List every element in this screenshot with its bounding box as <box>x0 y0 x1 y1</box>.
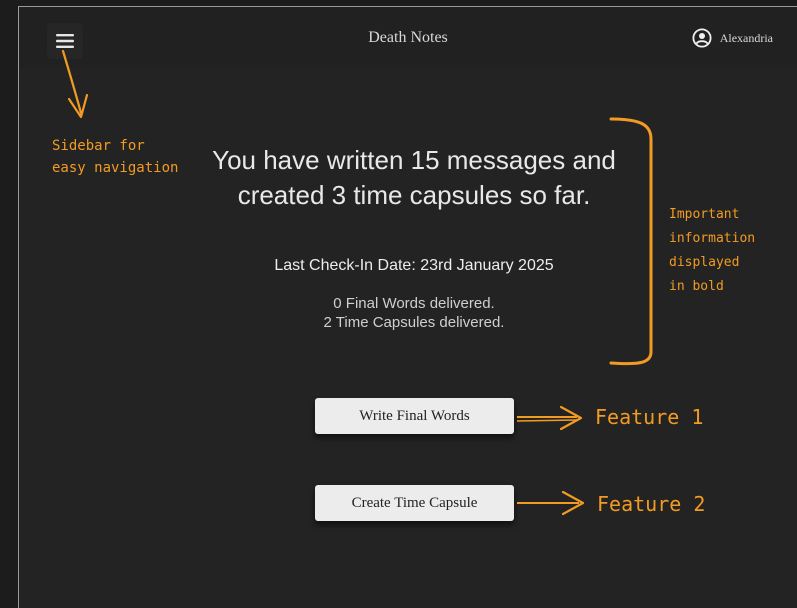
feature-1-arrow-2 <box>516 419 578 422</box>
top-bar: Death Notes Alexandria <box>19 7 797 67</box>
summary-headline: You have written 15 messages and created… <box>212 145 616 210</box>
create-time-capsule-button[interactable]: Create Time Capsule <box>315 485 514 521</box>
write-final-words-button[interactable]: Write Final Words <box>315 398 514 434</box>
annotation-line: in bold <box>669 279 724 294</box>
final-words-delivered: 0 Final Words delivered. <box>333 295 495 312</box>
feature-1-arrowhead <box>559 405 583 431</box>
user-circle-icon <box>692 28 712 48</box>
annotation-line: Sidebar for <box>52 138 145 154</box>
important-info-annotation: Important information displayed in bold <box>669 203 755 299</box>
annotation-line: Important <box>669 207 740 222</box>
user-name: Alexandria <box>719 30 773 45</box>
app-frame: Death Notes Alexandria You have written … <box>18 6 797 608</box>
delivery-stats: 0 Final Words delivered. 2 Time Capsules… <box>189 294 639 332</box>
last-checkin-date: Last Check-In Date: 23rd January 2025 <box>274 257 554 274</box>
feature-2-arrowhead <box>561 490 585 516</box>
annotation-line: information <box>669 231 756 246</box>
sidebar-arrowhead <box>67 93 89 119</box>
feature-2-annotation: Feature 2 <box>597 492 706 516</box>
annotation-line: easy navigation <box>52 160 179 176</box>
sidebar-annotation: Sidebar for easy navigation <box>52 135 178 179</box>
app-title: Death Notes <box>368 29 448 46</box>
user-profile[interactable]: Alexandria <box>692 28 773 48</box>
time-capsules-delivered: 2 Time Capsules delivered. <box>323 314 505 331</box>
annotation-line: displayed <box>669 255 740 270</box>
feature-1-annotation: Feature 1 <box>595 405 704 429</box>
